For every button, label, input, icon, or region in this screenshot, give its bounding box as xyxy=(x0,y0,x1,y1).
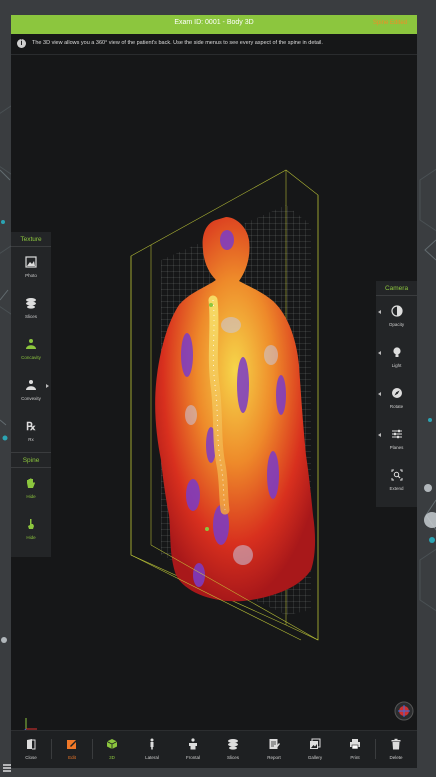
cube-icon xyxy=(106,739,118,749)
bottom-toolbar: Close Edit 3D Lateral Frontal Slices Rep… xyxy=(11,730,417,768)
camera-item-opacity[interactable]: Opacity xyxy=(376,296,417,337)
caret-right-icon xyxy=(46,384,49,388)
toolbar-3d-button[interactable]: 3D xyxy=(93,731,131,768)
info-text: The 3D view allows you a 360° view of th… xyxy=(32,40,323,46)
spine-item-hide-hand[interactable]: Hide xyxy=(11,468,51,509)
frontal-body-icon xyxy=(189,738,197,750)
camera-item-light[interactable]: Light xyxy=(376,337,417,378)
status-badge: Spine Edited xyxy=(372,20,407,26)
toolbar-frontal-button[interactable]: Frontal xyxy=(174,731,212,768)
print-icon xyxy=(350,739,360,750)
gallery-icon xyxy=(310,738,321,749)
camera-item-extend[interactable]: Extend xyxy=(376,460,417,501)
info-bar: i The 3D view allows you a 360° view of … xyxy=(11,34,417,55)
hand-icon xyxy=(27,478,35,488)
lightbulb-icon xyxy=(392,347,401,357)
toolbar-divider xyxy=(375,739,376,759)
texture-menu: Texture Photo Slices Concavity Convexity… xyxy=(11,232,51,557)
rx-icon: ℞ xyxy=(26,420,36,433)
title-bar: Exam ID: 0001 - Body 3D Spine Edited xyxy=(11,15,417,34)
report-icon xyxy=(269,739,280,749)
toolbar-divider xyxy=(51,739,52,759)
toolbar-report-button[interactable]: Report xyxy=(255,731,293,768)
toolbar-slices-button[interactable]: Slices xyxy=(214,731,252,768)
texture-menu-title: Texture xyxy=(11,232,51,247)
camera-item-planes[interactable]: Planes xyxy=(376,419,417,460)
contrast-icon xyxy=(390,305,403,317)
3d-body-model[interactable] xyxy=(11,55,417,725)
texture-item-concavity[interactable]: Concavity xyxy=(11,329,51,370)
page-title: Exam ID: 0001 - Body 3D xyxy=(174,19,254,26)
lateral-body-icon xyxy=(150,738,154,750)
convexity-icon xyxy=(26,380,36,390)
photo-icon xyxy=(25,256,37,268)
slices-icon xyxy=(228,739,238,750)
toolbar-gallery-button[interactable]: Gallery xyxy=(296,731,334,768)
concavity-icon xyxy=(26,339,36,349)
texture-item-photo[interactable]: Photo xyxy=(11,247,51,288)
pointer-hand-icon xyxy=(28,519,34,529)
toolbar-close-button[interactable]: Close xyxy=(12,731,50,768)
record-target-icon[interactable] xyxy=(394,701,414,721)
toolbar-print-button[interactable]: Print xyxy=(336,731,374,768)
camera-menu-title: Camera xyxy=(376,281,417,296)
toolbar-lateral-button[interactable]: Lateral xyxy=(133,731,171,768)
camera-item-rotate[interactable]: Rotate xyxy=(376,378,417,419)
texture-item-rx[interactable]: ℞ Rx xyxy=(11,411,51,452)
info-icon: i xyxy=(17,39,26,48)
close-door-icon xyxy=(27,739,36,750)
zoom-extend-icon xyxy=(391,469,402,481)
spine-item-hide-pointer[interactable]: Hide xyxy=(11,509,51,550)
texture-item-slices[interactable]: Slices xyxy=(11,288,51,329)
edit-icon xyxy=(67,740,77,749)
toolbar-edit-button[interactable]: Edit xyxy=(53,731,91,768)
trash-icon xyxy=(391,738,401,750)
texture-item-convexity[interactable]: Convexity xyxy=(11,370,51,411)
compass-icon xyxy=(391,388,402,398)
3d-viewport[interactable] xyxy=(11,55,417,734)
hamburger-menu-icon[interactable] xyxy=(2,762,12,774)
spine-menu-title: Spine xyxy=(11,452,51,468)
slices-icon xyxy=(26,298,36,309)
main-panel: Exam ID: 0001 - Body 3D Spine Edited i T… xyxy=(11,15,417,767)
app-window: Exam ID: 0001 - Body 3D Spine Edited i T… xyxy=(0,0,436,777)
toolbar-delete-button[interactable]: Delete xyxy=(377,731,415,768)
sliders-icon xyxy=(391,429,402,439)
camera-menu: Camera Opacity Light Rotate Planes Exten… xyxy=(376,281,417,507)
